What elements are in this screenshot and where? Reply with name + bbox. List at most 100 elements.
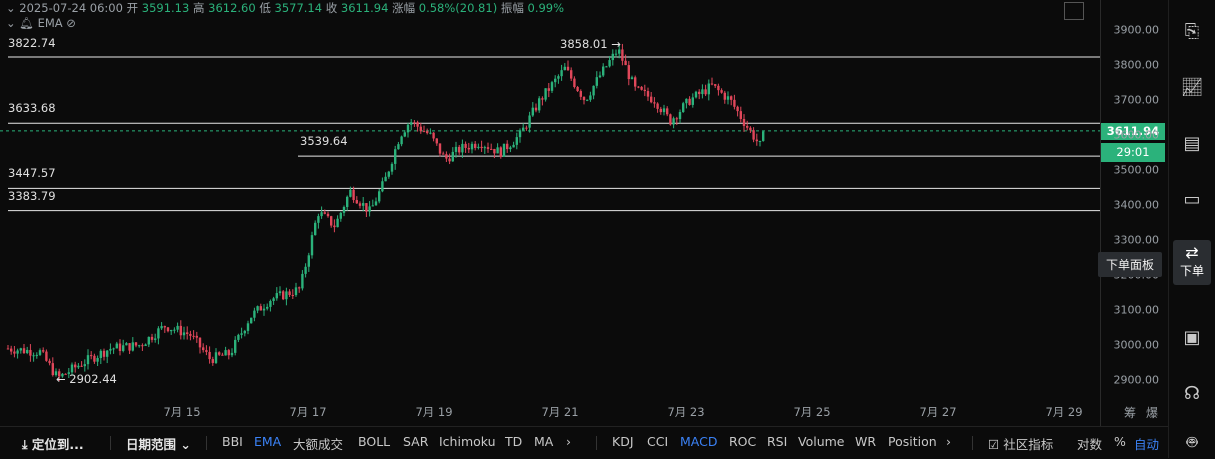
candle-body [141,345,144,347]
candle-body [528,115,531,128]
candle-body [205,350,208,352]
order-label: 下单 [1179,264,1204,278]
change-value: 0.58%(20.81) [418,1,498,15]
candle-body [266,306,269,309]
log-scale-toggle[interactable]: 对数 [1077,434,1102,453]
headset-icon[interactable]: ☊ [1177,378,1207,408]
candle-body [534,107,538,111]
candle-body [410,122,413,125]
open-value: 3591.13 [141,1,190,15]
indicator-position[interactable]: Position [888,434,937,449]
indicator-boll[interactable]: BOLL [358,434,390,449]
candle-body [336,218,339,228]
candle-body [186,332,189,334]
trend-chart-icon[interactable]: 📈︎ [1177,72,1207,102]
indicator-td[interactable]: TD [505,434,522,449]
auto-scale-toggle[interactable]: 自动 [1134,434,1159,453]
candle-body [45,351,48,361]
candle-body [762,131,765,141]
candle-body [166,327,170,332]
percent-scale-toggle[interactable]: % [1114,434,1126,449]
fullscreen-icon[interactable] [1064,2,1084,20]
candle-body [688,98,691,105]
candle-body [736,106,739,112]
order-button[interactable]: ⇄ 下单 [1173,240,1211,285]
candle-body [627,65,630,80]
candle-body [285,291,288,300]
indicator-wr[interactable]: WR [855,434,876,449]
candle-body [202,347,205,351]
candle-body [310,235,314,256]
candle-body [259,306,262,311]
candle-body [576,86,579,92]
price-axis[interactable]: 3611.94 29:01 3900.00 3800.00 3700.00 3600.… [1100,0,1169,426]
y-tick: 3800.00 [1113,58,1160,72]
candle-body [374,201,378,206]
candle-body [211,359,214,363]
indicator-macd[interactable]: MACD [680,434,717,449]
x-tick: 7月 27 [919,405,957,419]
candle-body [550,82,554,91]
indicator-cci[interactable]: CCI [647,434,668,449]
bell-icon[interactable]: 🔔︎ [19,16,34,30]
collapse-icon[interactable]: ⌄ [6,16,16,30]
candle-body [445,154,448,159]
candle-body [496,147,499,154]
indicator-ichimoku[interactable]: Ichimoku [439,434,496,449]
candle-body [291,294,294,296]
candle-body [502,143,506,157]
etf-icon[interactable]: ▭ [1177,184,1207,214]
candle-body [672,118,675,125]
candle-body [22,348,26,354]
collapse-icon[interactable]: ⌄ [6,1,16,15]
y-tick: 3300.00 [1113,233,1160,247]
candle-body [701,89,704,95]
level-label: 3383.79 [8,189,56,203]
locate-button[interactable]: ⤓ 定位到... [22,434,84,453]
candle-body [234,339,237,353]
candle-body [438,143,442,154]
candle-body [365,203,368,212]
layout-icon[interactable]: ▣ [1177,322,1207,352]
candle-body [387,171,390,177]
dollar-doc-icon[interactable]: ⎘ [1177,16,1207,46]
candle-body [381,181,384,192]
candle-body [330,216,333,226]
y-tick: 3900.00 [1113,23,1160,37]
indicator-bbi[interactable]: BBI [222,434,243,449]
candle-body [493,148,496,154]
indicator-ma[interactable]: MA [534,434,553,449]
candle-body [35,354,38,356]
indicator-rsi[interactable]: RSI [767,434,787,449]
candle-body [26,349,29,354]
indicator-large-volume[interactable]: 大额成交 [293,434,343,453]
bot-icon[interactable]: 🤖︎ [1177,428,1207,458]
chevron-right-icon[interactable]: › [566,434,571,449]
candle-body [256,306,259,311]
candle-body [432,132,435,139]
candle-body [650,96,653,103]
candle-body [397,144,400,150]
indicator-roc[interactable]: ROC [729,434,756,449]
ema-label[interactable]: EMA [38,16,63,30]
candle-body [637,86,640,88]
indicator-ema[interactable]: EMA [254,434,281,449]
candle-body [566,66,570,71]
board-chart-icon[interactable]: ▤ [1177,128,1207,158]
indicator-volume[interactable]: Volume [798,434,845,449]
candle-body [150,336,154,340]
candle-body [509,147,512,150]
indicator-kdj[interactable]: KDJ [612,434,634,449]
chevron-right-icon[interactable]: › [946,434,951,449]
date-range-button[interactable]: 日期范围 ⌄ [126,434,191,453]
eye-hidden-icon[interactable]: ⊘ [66,16,76,30]
community-indicators-button[interactable]: ☑ 社区指标 [988,434,1053,453]
candle-body [640,86,643,90]
candle-body [96,358,99,362]
candle-body [326,213,330,217]
candle-body [646,91,650,97]
candlestick-chart[interactable] [0,0,1100,426]
y-tick: 3700.00 [1113,93,1160,107]
indicator-sar[interactable]: SAR [403,434,428,449]
candle-body [582,96,586,101]
